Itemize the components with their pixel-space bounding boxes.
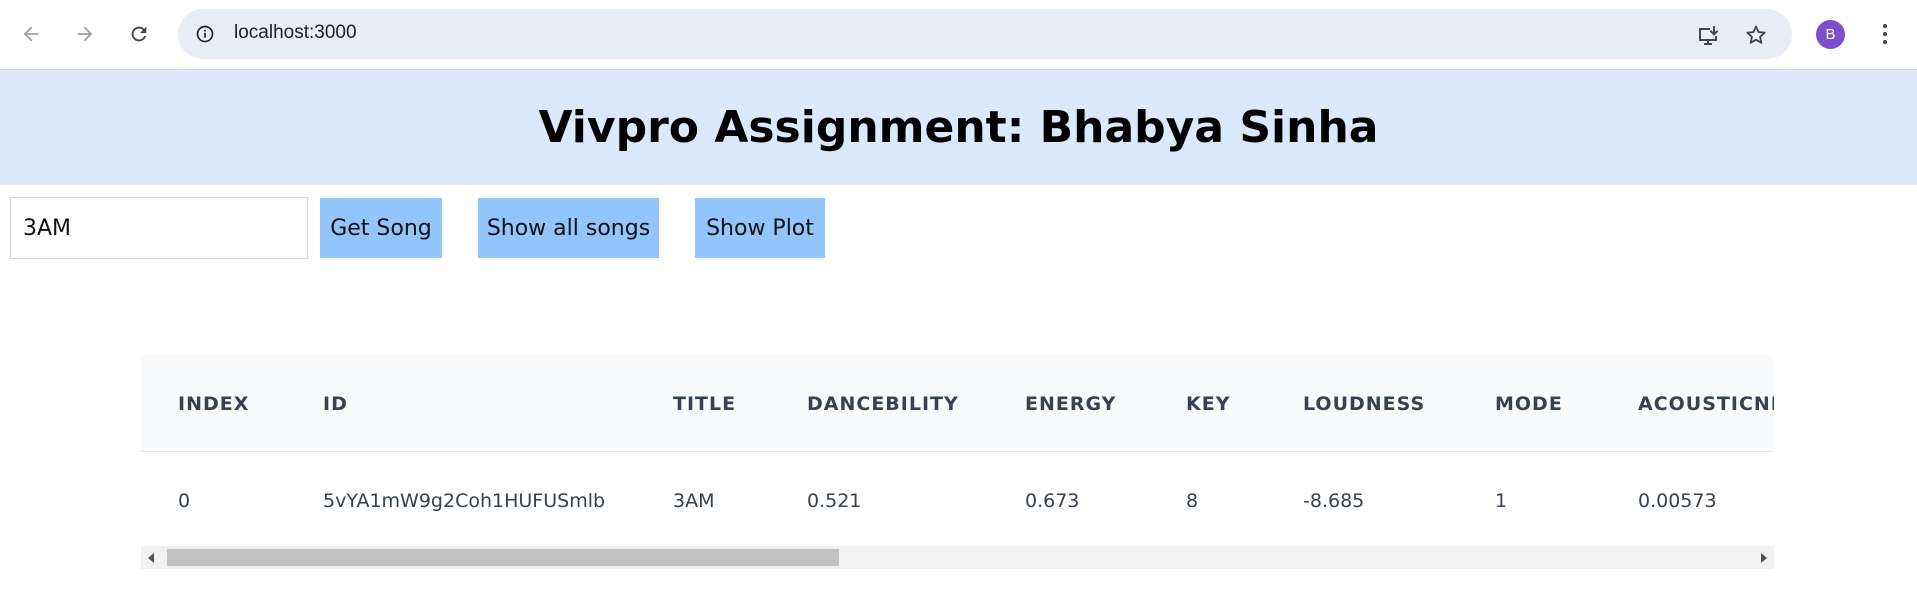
horizontal-scrollbar[interactable] bbox=[141, 546, 1774, 569]
show-plot-button[interactable]: Show Plot bbox=[695, 198, 825, 258]
column-header-energy: ENERGY bbox=[1025, 393, 1117, 415]
back-arrow-icon[interactable] bbox=[14, 17, 48, 51]
table-header: INDEX ID TITLE DANCEBILITY ENERGY KEY LO… bbox=[141, 355, 1774, 452]
browser-toolbar: localhost:3000 B bbox=[0, 0, 1917, 70]
forward-arrow-icon[interactable] bbox=[68, 17, 102, 51]
cell-key: 8 bbox=[1186, 490, 1199, 512]
install-app-icon[interactable] bbox=[1694, 21, 1722, 49]
cell-mode: 1 bbox=[1495, 490, 1508, 512]
show-all-songs-button[interactable]: Show all songs bbox=[478, 198, 659, 258]
page-title: Vivpro Assignment: Bhabya Sinha bbox=[538, 102, 1379, 153]
star-icon[interactable] bbox=[1742, 21, 1770, 49]
column-header-title: TITLE bbox=[673, 393, 737, 415]
more-menu-icon[interactable] bbox=[1870, 17, 1900, 51]
search-input[interactable] bbox=[10, 197, 308, 259]
cell-id: 5vYA1mW9g2Coh1HUFUSmlb bbox=[323, 490, 606, 512]
column-header-dancebility: DANCEBILITY bbox=[807, 393, 959, 415]
column-header-id: ID bbox=[323, 393, 348, 415]
column-header-index: INDEX bbox=[178, 393, 250, 415]
cell-index: 0 bbox=[178, 490, 191, 512]
column-header-mode: MODE bbox=[1495, 393, 1563, 415]
column-header-loudness: LOUDNESS bbox=[1303, 393, 1426, 415]
url-text: localhost:3000 bbox=[234, 22, 357, 43]
cell-loudness: -8.685 bbox=[1303, 490, 1365, 512]
page-header: Vivpro Assignment: Bhabya Sinha bbox=[0, 70, 1917, 185]
address-bar[interactable]: localhost:3000 bbox=[178, 9, 1792, 59]
site-info-icon[interactable] bbox=[192, 21, 218, 47]
cell-title: 3AM bbox=[673, 490, 715, 512]
avatar[interactable]: B bbox=[1816, 20, 1845, 49]
get-song-button[interactable]: Get Song bbox=[320, 198, 442, 258]
column-header-key: KEY bbox=[1186, 393, 1231, 415]
scroll-left-arrow-icon[interactable] bbox=[141, 546, 163, 569]
column-header-acousticness: ACOUSTICNE bbox=[1638, 393, 1774, 415]
songs-table: INDEX ID TITLE DANCEBILITY ENERGY KEY LO… bbox=[141, 355, 1774, 569]
reload-icon[interactable] bbox=[122, 17, 156, 51]
cell-energy: 0.673 bbox=[1025, 490, 1080, 512]
cell-dancebility: 0.521 bbox=[807, 490, 862, 512]
cell-acousticness: 0.00573 bbox=[1638, 490, 1717, 512]
scrollbar-thumb[interactable] bbox=[167, 549, 839, 566]
scroll-right-arrow-icon[interactable] bbox=[1752, 546, 1774, 569]
